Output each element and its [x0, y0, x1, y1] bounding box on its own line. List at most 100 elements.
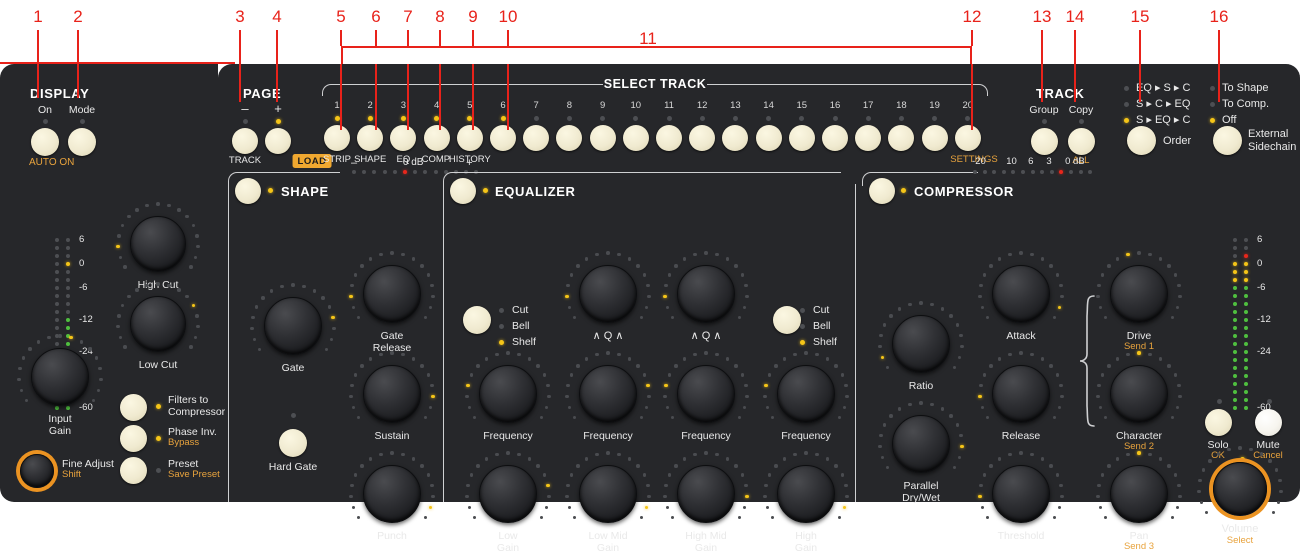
- eq-frequency-knob-3-tick: [766, 406, 770, 410]
- track-copy-button[interactable]: [1068, 128, 1095, 155]
- track-button-13[interactable]: [722, 125, 748, 151]
- eq-gain-knob-2[interactable]: [677, 465, 735, 523]
- gate-release-knob[interactable]: [363, 265, 421, 323]
- track-button-12[interactable]: [689, 125, 715, 151]
- eq-gain-knob-0-tick: [540, 516, 544, 520]
- comp-meter-seg-3: [1002, 170, 1006, 174]
- release-knob[interactable]: [992, 365, 1050, 423]
- comp-meter-seg-10: [1069, 170, 1073, 174]
- display-on-button[interactable]: [31, 128, 59, 156]
- attack-knob[interactable]: [992, 265, 1050, 323]
- eq-frequency-knob-2-tick: [738, 416, 742, 420]
- eq-low-mid-q-knob-label-0: ∧ Q ∧: [593, 330, 624, 343]
- track-button-18[interactable]: [888, 125, 914, 151]
- threshold-knob-tick: [1058, 506, 1062, 510]
- preset-button[interactable]: [120, 457, 147, 484]
- gate-knob[interactable]: [264, 297, 322, 355]
- high-cut-knob-tick: [123, 265, 127, 269]
- parallel-dry-wet-knob[interactable]: [892, 415, 950, 473]
- callout-line-12: [971, 30, 973, 46]
- sustain-knob-tick: [357, 416, 361, 420]
- solo-button[interactable]: [1205, 409, 1232, 436]
- track-button-20[interactable]: [955, 125, 981, 151]
- track-button-7[interactable]: [523, 125, 549, 151]
- track-button-6[interactable]: [490, 125, 516, 151]
- punch-knob[interactable]: [363, 465, 421, 523]
- track-button-19[interactable]: [922, 125, 948, 151]
- eq-frequency-knob-1[interactable]: [579, 365, 637, 423]
- filters-to-compressor-button[interactable]: [120, 394, 147, 421]
- eq-low-mid-q-knob[interactable]: [579, 265, 637, 323]
- track-button-4[interactable]: [424, 125, 450, 151]
- track-button-17[interactable]: [855, 125, 881, 151]
- eq-frequency-knob-3-tick: [838, 416, 842, 420]
- external-sidechain-button[interactable]: [1213, 126, 1242, 155]
- punch-knob-tick: [431, 495, 435, 499]
- eq-gain-knob-0[interactable]: [479, 465, 537, 523]
- track-button-14[interactable]: [756, 125, 782, 151]
- shape-section-divider-left: [228, 184, 229, 502]
- track-button-5[interactable]: [457, 125, 483, 151]
- track-button-15[interactable]: [789, 125, 815, 151]
- track-button-1[interactable]: [324, 125, 350, 151]
- phase-inv-button[interactable]: [120, 425, 147, 452]
- track-button-9[interactable]: [590, 125, 616, 151]
- display-mode-button[interactable]: [68, 128, 96, 156]
- track-button-11[interactable]: [656, 125, 682, 151]
- eq-frequency-knob-3-tick: [793, 353, 797, 357]
- eq-low-mid-q-knob-tick: [570, 273, 574, 277]
- low-cut-knob[interactable]: [130, 296, 186, 352]
- ratio-knob[interactable]: [892, 315, 950, 373]
- hard-gate-button[interactable]: [279, 429, 307, 457]
- track-button-10[interactable]: [623, 125, 649, 151]
- volume-knob[interactable]: [1213, 462, 1267, 516]
- eq-low-mode-button[interactable]: [463, 306, 491, 334]
- ratio-knob-tick: [886, 366, 890, 370]
- release-knob-tick: [1008, 353, 1012, 357]
- pan-knob[interactable]: [1110, 465, 1168, 523]
- eq-frequency-knob-0[interactable]: [479, 365, 537, 423]
- threshold-knob[interactable]: [992, 465, 1050, 523]
- sidechain-button-label-2: Sidechain: [1248, 141, 1296, 154]
- comp-enable-button[interactable]: [869, 178, 895, 204]
- eq-low-mid-q-knob-tick: [645, 306, 649, 310]
- input-meter-dot: [66, 406, 70, 410]
- page-plus-button[interactable]: [265, 128, 291, 154]
- ratio-knob-label-0: Ratio: [909, 380, 934, 392]
- drive-knob-tick: [1126, 253, 1130, 257]
- input-meter-scale-2: -6: [79, 283, 87, 294]
- eq-frequency-knob-2[interactable]: [677, 365, 735, 423]
- display-on-led: [43, 119, 48, 124]
- shape-enable-button[interactable]: [235, 178, 261, 204]
- parallel-dry-wet-knob-tick: [898, 407, 902, 411]
- eq-frequency-knob-3[interactable]: [777, 365, 835, 423]
- parallel-dry-wet-knob-label-1: Dry/Wet: [902, 492, 940, 504]
- sustain-knob[interactable]: [363, 365, 421, 423]
- high-cut-knob[interactable]: [130, 216, 186, 272]
- track-led-2: [368, 116, 373, 121]
- output-meter-dot: [1233, 342, 1237, 346]
- input-meter-scale-0: 6: [79, 235, 84, 246]
- eq-enable-button[interactable]: [450, 178, 476, 204]
- output-meter-dot: [1233, 398, 1237, 402]
- track-button-3[interactable]: [390, 125, 416, 151]
- drive-knob[interactable]: [1110, 265, 1168, 323]
- page-minus-button[interactable]: [232, 128, 258, 154]
- track-button-8[interactable]: [556, 125, 582, 151]
- track-group-button[interactable]: [1031, 128, 1058, 155]
- track-button-16[interactable]: [822, 125, 848, 151]
- eq-high-mid-q-knob[interactable]: [677, 265, 735, 323]
- input-gain-knob[interactable]: [31, 348, 89, 406]
- eq-gain-knob-3[interactable]: [777, 465, 835, 523]
- eq-high-mode-button[interactable]: [773, 306, 801, 334]
- order-button[interactable]: [1127, 126, 1156, 155]
- track-button-2[interactable]: [357, 125, 383, 151]
- sustain-knob-tick: [427, 373, 431, 377]
- ratio-knob-tick: [956, 323, 960, 327]
- eq-gain-knob-0-tick: [468, 506, 472, 510]
- mute-button[interactable]: [1255, 409, 1282, 436]
- character-knob[interactable]: [1110, 365, 1168, 423]
- fine-adjust-knob[interactable]: [20, 454, 54, 488]
- eq-high-mid-q-knob-tick: [671, 316, 675, 320]
- eq-gain-knob-1[interactable]: [579, 465, 637, 523]
